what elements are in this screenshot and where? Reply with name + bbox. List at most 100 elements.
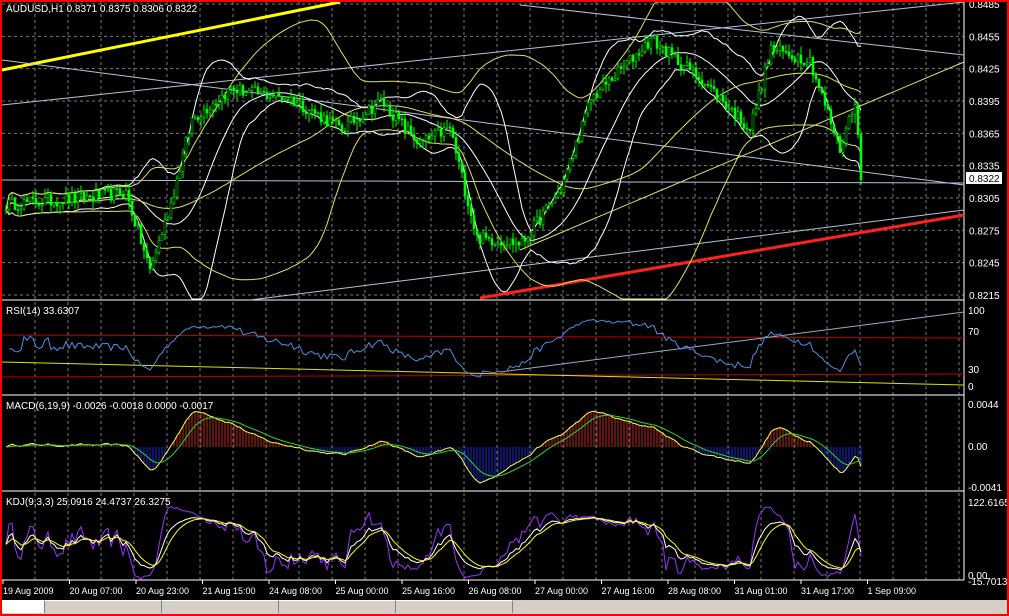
candle-body — [418, 139, 422, 144]
candle-body — [844, 128, 848, 144]
candle-body — [184, 137, 188, 154]
candle-body — [214, 103, 218, 106]
candle-body — [358, 119, 362, 122]
candle-body — [292, 96, 296, 106]
candle-body — [694, 67, 698, 78]
candle-body — [37, 203, 41, 206]
candle-body — [820, 87, 824, 93]
candle-body — [598, 89, 602, 98]
time-axis-label: 31 Aug 17:00 — [801, 586, 854, 596]
candle-body — [16, 209, 20, 211]
candle-body — [520, 238, 524, 246]
candle-body — [757, 90, 761, 109]
candle-body — [730, 107, 734, 110]
candle-body — [334, 119, 338, 122]
candle-body — [454, 137, 458, 154]
candle-body — [340, 124, 344, 132]
candle-body — [118, 188, 122, 196]
indicator-axis-label: 100 — [968, 306, 985, 317]
candle-body — [244, 92, 248, 96]
candle-body — [376, 99, 380, 107]
candle-body — [586, 102, 590, 114]
candle-body — [604, 81, 608, 85]
candle-body — [76, 192, 80, 203]
candle-body — [400, 118, 404, 121]
candle-body — [583, 112, 587, 122]
candle-body — [385, 104, 389, 107]
candle-body — [253, 86, 257, 89]
candle-body — [487, 237, 491, 239]
indicator-axis-label: 70 — [968, 327, 980, 338]
candle-body — [700, 79, 704, 86]
candle-body — [787, 51, 791, 56]
candle-body — [73, 193, 77, 203]
candle-body — [85, 195, 89, 201]
candle-body — [373, 105, 377, 114]
candle-body — [94, 190, 98, 201]
candle-body — [622, 65, 626, 69]
candle-body — [490, 238, 494, 246]
candle-body — [562, 179, 566, 193]
chart-tab[interactable] — [45, 600, 162, 613]
candle-body — [100, 188, 104, 199]
candle-body — [271, 96, 275, 99]
candle-body — [817, 78, 821, 88]
candle-body — [727, 108, 731, 110]
candle-body — [808, 57, 812, 63]
candle-body — [97, 190, 101, 199]
candle-body — [541, 210, 545, 225]
candle-body — [43, 197, 47, 205]
candle-body — [307, 110, 311, 115]
candle-body — [190, 117, 194, 134]
candle-body — [148, 257, 152, 270]
candle-body — [577, 140, 581, 143]
candle-body — [25, 199, 29, 202]
candle-body — [277, 92, 281, 97]
chart-tab[interactable] — [396, 600, 513, 613]
candle-body — [847, 116, 851, 130]
candle-body — [619, 66, 623, 69]
candle-body — [415, 139, 419, 144]
price-level-line — [1, 179, 965, 184]
candle-body — [49, 194, 53, 206]
candle-body — [433, 130, 437, 137]
candle-body — [484, 232, 488, 238]
candle-body — [670, 47, 674, 54]
chart-tab[interactable] — [162, 600, 279, 613]
candle-body — [361, 118, 365, 122]
candle-body — [769, 45, 773, 65]
trendline-channel-mid — [1, 59, 965, 186]
chart-canvas[interactable]: 0.84850.84550.84250.83950.83650.83350.83… — [0, 0, 1009, 600]
candle-body — [508, 238, 512, 245]
chart-tab[interactable] — [279, 600, 396, 613]
candle-body — [22, 199, 26, 210]
indicator-axis-label: -15.7013 — [968, 577, 1008, 588]
candle-body — [310, 109, 314, 111]
candle-body — [634, 53, 638, 62]
price-axis-label: 0.8365 — [969, 129, 1000, 140]
candle-body — [658, 46, 662, 49]
candle-body — [169, 202, 173, 219]
candle-body — [67, 194, 71, 204]
candle-body — [280, 96, 284, 101]
rsi-label: RSI(14) 33.6307 — [6, 306, 80, 317]
candle-body — [856, 104, 860, 135]
macd-label: MACD(6,19,9) -0.0026 -0.0018 0.0000 -0.0… — [6, 401, 214, 412]
candle-body — [187, 133, 191, 138]
candle-body — [103, 188, 107, 191]
candle-body — [283, 99, 287, 101]
candle-body — [691, 67, 695, 71]
chart-tab[interactable] — [2, 600, 45, 613]
candle-body — [568, 158, 572, 170]
candle-body — [115, 188, 119, 190]
candle-body — [499, 242, 503, 246]
rsi-red-line — [1, 373, 965, 378]
candle-body — [643, 42, 647, 52]
candle-body — [481, 232, 485, 245]
trendlines — [1, 0, 965, 386]
candle-body — [139, 224, 143, 244]
candle-body — [451, 127, 455, 138]
candle-body — [442, 127, 446, 137]
rsi-yellow-line — [1, 361, 965, 386]
candle-body — [448, 127, 452, 129]
